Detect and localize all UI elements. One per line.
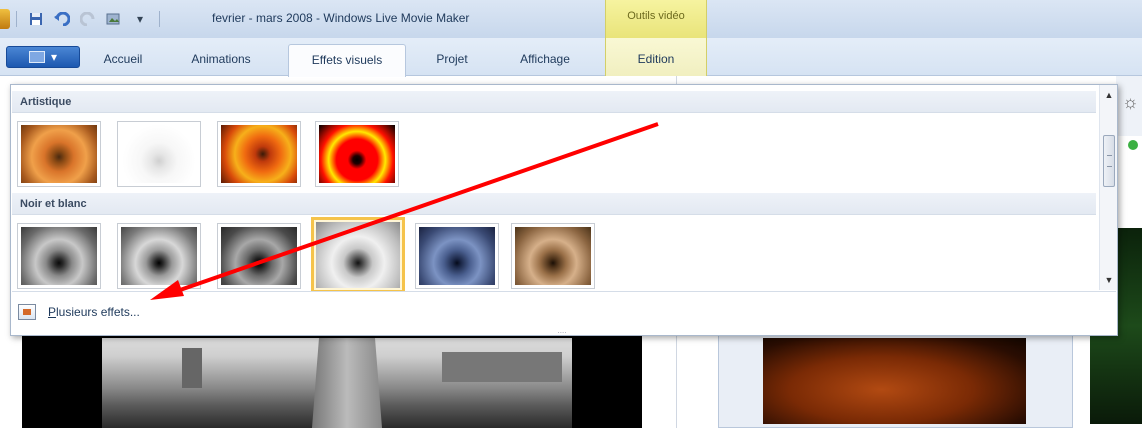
tab-accueil[interactable]: Accueil (90, 44, 156, 75)
app-icon[interactable] (0, 9, 10, 29)
preview-image (102, 338, 572, 428)
gallery-footer: Plusieurs effets... .... (12, 291, 1116, 335)
scroll-up-icon[interactable]: ▲ (1100, 87, 1118, 103)
effect-preview-image (515, 227, 591, 285)
effect-preview-image (419, 227, 495, 285)
qat-separator (16, 11, 17, 27)
resize-grip-icon[interactable]: .... (552, 327, 572, 335)
save-icon[interactable] (28, 11, 44, 27)
more-effects-label: Plusieurs effets... (48, 305, 140, 319)
effect-preview-image (121, 227, 197, 285)
effect-thumbnail[interactable] (17, 121, 101, 187)
effect-thumbnail[interactable] (315, 121, 399, 187)
clip-thumbnail-desert[interactable] (763, 338, 1026, 424)
tab-animations[interactable]: Animations (176, 44, 266, 75)
section-header-noir-et-blanc: Noir et blanc (12, 193, 1096, 215)
qat-separator-2 (159, 11, 160, 27)
tab-edition[interactable]: Edition (605, 38, 707, 76)
section-header-artistique: Artistique (12, 91, 1096, 113)
tab-effets-visuels[interactable]: Effets visuels (288, 44, 406, 77)
file-menu-button[interactable]: ▾ (6, 46, 80, 68)
effect-thumbnail-selected[interactable] (311, 217, 405, 293)
effect-preview-image (21, 227, 97, 285)
redo-icon[interactable] (80, 11, 96, 27)
scroll-down-icon[interactable]: ▼ (1100, 272, 1118, 288)
effect-preview-image (121, 125, 197, 183)
status-dot-icon (1128, 140, 1138, 150)
effect-thumbnail[interactable] (17, 223, 101, 289)
effect-preview-image (221, 227, 297, 285)
effect-preview-image (221, 125, 297, 183)
brightness-icon[interactable]: ☼ (1122, 92, 1139, 113)
plateau-shape (442, 352, 562, 382)
title-bar: ▾ fevrier - mars 2008 - Windows Live Mov… (0, 0, 1142, 38)
visual-effects-gallery: Artistique Noir et blanc ▲ ▼ Plusieurs e… (10, 84, 1118, 336)
effect-thumbnail[interactable] (117, 223, 201, 289)
more-effects-button[interactable]: Plusieurs effets... (18, 304, 140, 320)
quick-access-toolbar: ▾ (0, 6, 166, 32)
file-menu-icon (28, 51, 45, 63)
tab-projet[interactable]: Projet (424, 44, 480, 75)
butte-shape (182, 348, 202, 388)
effect-preview-image (21, 125, 97, 183)
effect-preview-image (316, 222, 400, 288)
effect-preview-image (319, 125, 395, 183)
tab-affichage[interactable]: Affichage (500, 44, 590, 75)
scroll-thumb[interactable] (1103, 135, 1115, 187)
effects-icon (18, 304, 36, 320)
effect-thumbnail[interactable] (117, 121, 201, 187)
chevron-down-icon: ▾ (50, 50, 58, 64)
scroll-grip-icon (1107, 155, 1112, 167)
snapshot-icon[interactable] (106, 11, 122, 27)
effect-thumbnail[interactable] (415, 223, 499, 289)
mesa-shape (312, 338, 382, 428)
effect-thumbnail[interactable] (511, 223, 595, 289)
customize-qat-icon[interactable]: ▾ (132, 11, 148, 27)
gallery-scrollbar[interactable]: ▲ ▼ (1099, 85, 1117, 290)
context-tab-group-label: Outils vidéo (605, 0, 707, 38)
undo-icon[interactable] (54, 11, 70, 27)
effect-thumbnail[interactable] (217, 121, 301, 187)
effect-thumbnail[interactable] (217, 223, 301, 289)
window-title: fevrier - mars 2008 - Windows Live Movie… (212, 11, 470, 25)
